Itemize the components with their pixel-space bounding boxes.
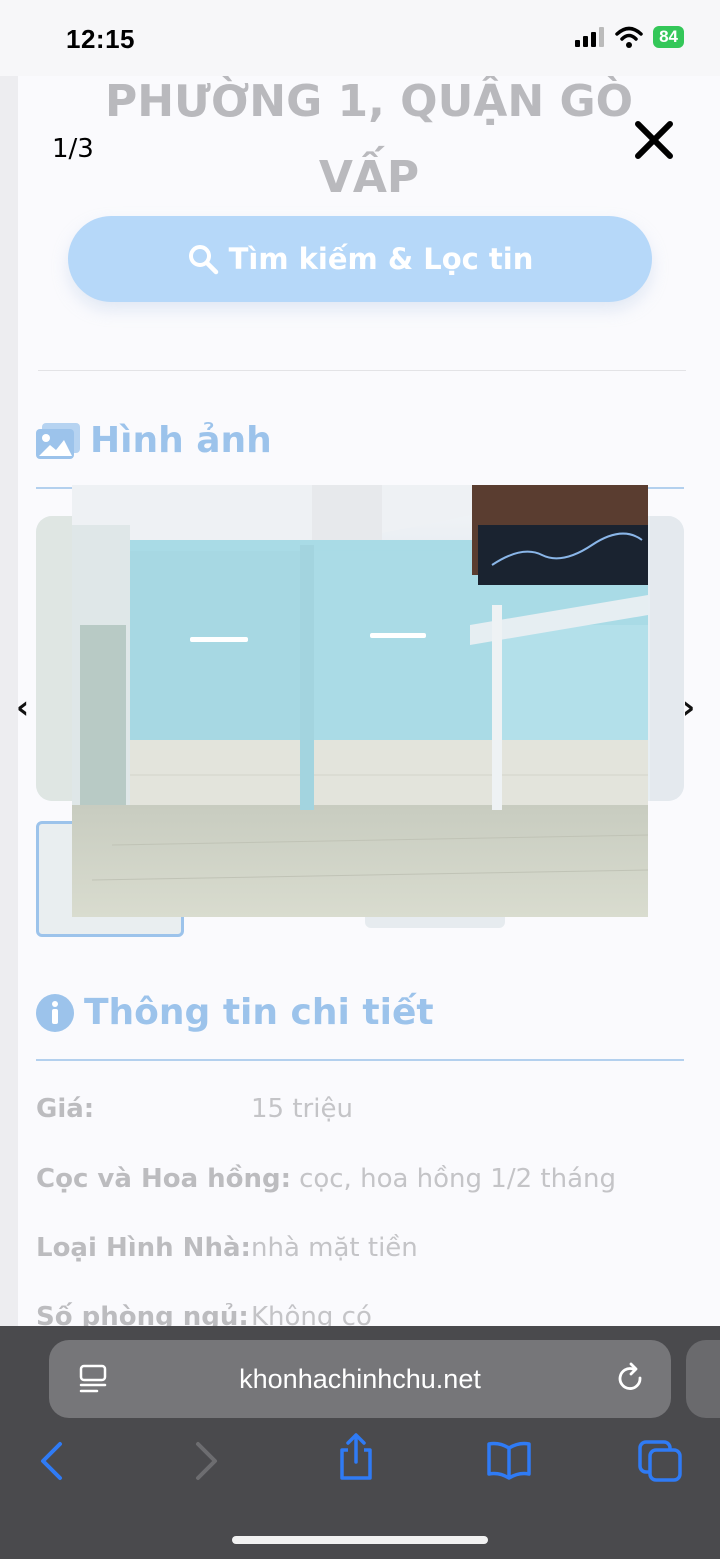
detail-value: Không có [251,1302,372,1326]
gallery-prev-image-peek [36,516,76,801]
details-section-underline [36,1059,684,1061]
details-section-heading: Thông tin chi tiết [36,992,434,1033]
detail-row-house-type: Loại Hình Nhà: nhà mặt tiền [36,1233,418,1263]
detail-row-bedrooms: Số phòng ngủ: Không có [36,1302,372,1326]
images-section-heading: Hình ảnh [36,420,272,461]
detail-value: 15 triệu [251,1094,353,1124]
url-text: khonhachinhchu.net [239,1363,481,1394]
hero-title-line1: PHƯỜNG 1, QUẬN GÒ [104,76,634,127]
address-bar[interactable]: khonhachinhchu.net [49,1340,671,1418]
lightbox-photo [72,485,648,917]
images-section-title: Hình ảnh [90,420,272,461]
forward-icon[interactable] [194,1440,220,1482]
page-menu-icon[interactable] [79,1364,107,1394]
search-filter-button[interactable]: Tìm kiếm & Lọc tin [68,216,652,302]
reload-icon[interactable] [617,1362,645,1394]
detail-label: Cọc và Hoa hồng: [36,1164,292,1194]
gallery-next-image-peek [650,516,684,801]
detail-label: Số phòng ngủ: [36,1302,249,1326]
lightbox-counter: 1/3 [52,134,94,164]
cellular-signal-icon [575,27,605,47]
battery-indicator: 84 [653,26,684,48]
browser-toolbar: khonhachinhchu.net [0,1326,720,1559]
detail-value: nhà mặt tiền [251,1233,418,1263]
next-tab-peek[interactable] [686,1340,720,1418]
wifi-icon [615,26,643,48]
hero-title-line2: VẤP [318,152,420,203]
room-photo-image [72,485,648,917]
detail-row-price: Giá: 15 triệu [36,1094,353,1124]
detail-value: cọc, hoa hồng 1/2 tháng [299,1164,617,1194]
close-icon [635,121,673,159]
images-icon [36,422,80,459]
search-icon [188,245,218,275]
tabs-icon[interactable] [638,1440,682,1482]
detail-label: Loại Hình Nhà: [36,1233,251,1263]
hero-title: PHƯỜNG 1, QUẬN GÒ VẤP [18,76,720,216]
status-icons: 84 [575,26,684,48]
search-filter-label: Tìm kiếm & Lọc tin [228,242,534,276]
status-time: 12:15 [66,24,135,54]
bookmarks-icon[interactable] [486,1440,532,1480]
lightbox-prev-button[interactable]: ‹ [16,688,29,726]
detail-row-deposit: Cọc và Hoa hồng: cọc, hoa hồng 1/2 tháng [36,1164,616,1194]
divider [38,370,686,371]
lightbox-close-button[interactable] [632,118,676,162]
back-icon[interactable] [38,1440,64,1482]
info-icon [36,993,74,1032]
status-bar: 12:15 84 [0,0,720,76]
lightbox-next-button[interactable]: › [682,688,695,726]
home-indicator [232,1536,488,1544]
detail-label: Giá: [36,1094,95,1124]
share-icon[interactable] [338,1432,374,1482]
details-section-title: Thông tin chi tiết [84,992,434,1033]
